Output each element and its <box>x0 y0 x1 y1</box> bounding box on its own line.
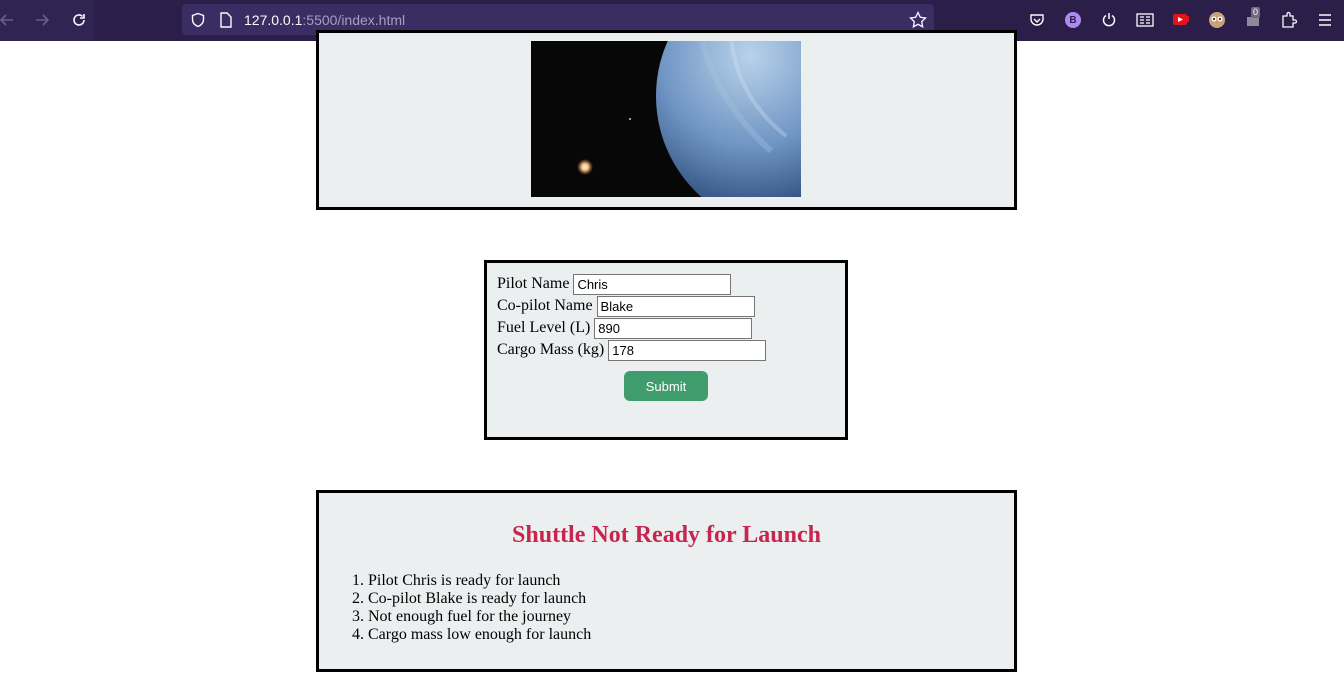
fuel-level-label: Fuel Level (L) <box>497 319 591 336</box>
launch-status-title: Shuttle Not Ready for Launch <box>512 522 821 548</box>
pilot-status-item: 1. Pilot Chris is ready for launch <box>352 572 561 589</box>
cargo-mass-input[interactable] <box>608 339 767 361</box>
forward-arrow-icon[interactable] <box>32 10 52 30</box>
bookmark-star-icon[interactable] <box>908 10 928 30</box>
submit-button[interactable]: Submit <box>624 371 708 401</box>
copilot-row: Co-pilot Name <box>497 295 755 317</box>
menu-icon[interactable] <box>1315 10 1335 30</box>
profile-b-icon[interactable]: B <box>1063 10 1083 30</box>
page-icon[interactable] <box>216 10 236 30</box>
extension-badge-count: 0 <box>1251 7 1261 18</box>
reader-view-icon[interactable] <box>1135 10 1155 30</box>
pilot-name-input[interactable] <box>573 273 732 295</box>
copilot-name-input[interactable] <box>596 295 755 317</box>
cargo-mass-label: Cargo Mass (kg) <box>497 341 605 358</box>
fuel-level-input[interactable] <box>594 317 753 339</box>
youtube-icon[interactable] <box>1171 10 1191 30</box>
copilot-status-item: 2. Co-pilot Blake is ready for launch <box>352 590 587 607</box>
url-text[interactable]: 127.0.0.1:5500/index.html <box>244 12 405 28</box>
extensions-puzzle-icon[interactable] <box>1279 10 1299 30</box>
planet-image <box>531 0 926 231</box>
pocket-icon[interactable] <box>1027 10 1047 30</box>
cargo-row: Cargo Mass (kg) <box>497 339 767 361</box>
owl-extension-icon[interactable] <box>1207 10 1227 30</box>
back-arrow-icon[interactable] <box>0 10 17 30</box>
pilot-name-label: Pilot Name <box>497 275 570 292</box>
cargo-status-item: 4. Cargo mass low enough for launch <box>352 626 592 643</box>
fault-list: 1. Pilot Chris is ready for launch 2. Co… <box>352 572 591 644</box>
url-path: :5500/index.html <box>302 12 406 28</box>
fuel-row: Fuel Level (L) <box>497 317 753 339</box>
fuel-status-item: 3. Not enough fuel for the journey <box>352 608 572 625</box>
pilot-row: Pilot Name <box>497 273 732 295</box>
power-icon[interactable] <box>1099 10 1119 30</box>
url-host: 127.0.0.1 <box>244 12 303 28</box>
copilot-name-label: Co-pilot Name <box>497 297 593 314</box>
shield-icon[interactable] <box>188 10 208 30</box>
reload-icon[interactable] <box>69 10 89 30</box>
